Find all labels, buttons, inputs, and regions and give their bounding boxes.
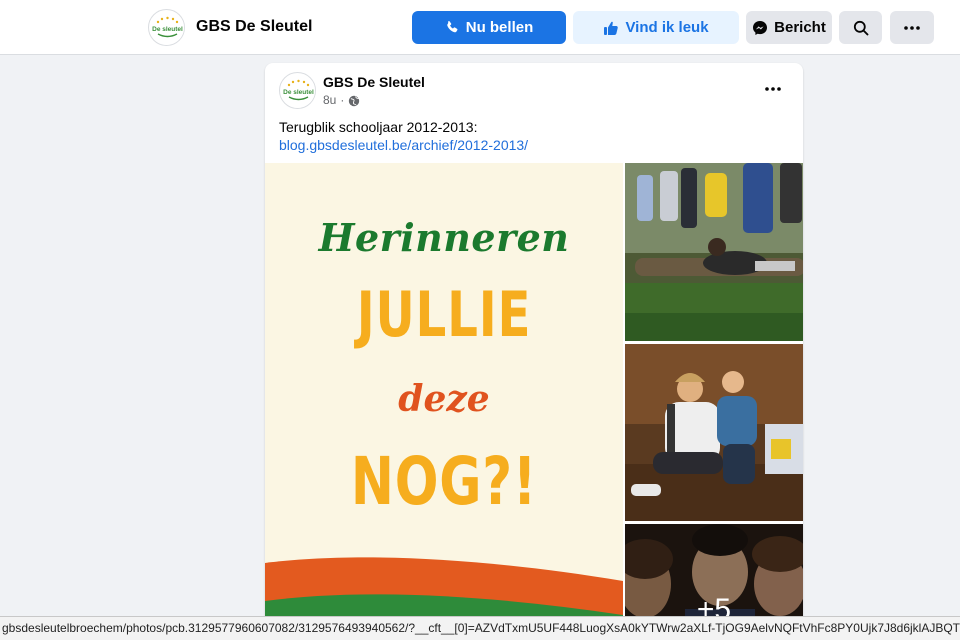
headline-line-4: NOG?! — [350, 443, 538, 520]
post-meta: 8u · — [323, 93, 360, 108]
school-logo-icon: De sleutel — [150, 11, 184, 45]
more-icon — [765, 87, 781, 91]
message-button[interactable]: Bericht — [746, 11, 832, 44]
headline-line-2: JULLIE — [356, 278, 532, 351]
logo-text: De sleutel — [283, 89, 314, 96]
search-icon — [853, 20, 868, 35]
avatar[interactable]: De sleutel — [279, 72, 316, 109]
kids-sitting-photo — [625, 344, 803, 521]
more-options-button[interactable] — [890, 11, 934, 44]
phone-icon — [447, 20, 458, 33]
search-button[interactable] — [839, 11, 882, 44]
status-bar-url: gbsdesleutelbroechem/photos/pcb.31295779… — [0, 616, 960, 640]
like-button-label: Vind ik leuk — [625, 19, 709, 36]
forest-children-photo — [625, 163, 803, 341]
photo-thumbnail-2[interactable] — [625, 344, 803, 521]
headline-line-1: Herinneren — [318, 215, 570, 260]
main-photo[interactable]: Herinneren JULLIE deze NOG?! — [265, 163, 623, 640]
call-button-label: Nu bellen — [465, 19, 534, 36]
globe-icon — [349, 95, 360, 106]
thumbs-up-icon — [604, 21, 619, 35]
logo-text: De sleutel — [152, 26, 183, 33]
headline-line-3: deze — [398, 378, 490, 420]
meta-separator: · — [340, 93, 345, 107]
page-logo[interactable]: De sleutel — [148, 9, 185, 46]
post-link[interactable]: blog.gbsdesleutel.be/archief/2012-2013/ — [279, 136, 528, 155]
post-text: Terugblik schooljaar 2012-2013: — [279, 119, 478, 135]
page-header: De sleutel GBS De Sleutel Nu bellen Vind… — [0, 0, 960, 55]
photo-thumbnail-1[interactable] — [625, 163, 803, 341]
school-logo-icon: De sleutel — [281, 74, 315, 108]
post-card: De sleutel GBS De Sleutel 8u · Terugblik… — [265, 63, 803, 640]
post-author[interactable]: GBS De Sleutel — [323, 74, 425, 91]
post-options-button[interactable] — [755, 75, 791, 103]
message-button-label: Bericht — [774, 19, 826, 36]
call-button[interactable]: Nu bellen — [412, 11, 566, 44]
like-button[interactable]: Vind ik leuk — [573, 11, 739, 44]
post-time[interactable]: 8u — [323, 93, 336, 108]
messenger-icon — [753, 20, 768, 35]
more-icon — [904, 25, 920, 30]
page-title[interactable]: GBS De Sleutel — [196, 17, 312, 37]
